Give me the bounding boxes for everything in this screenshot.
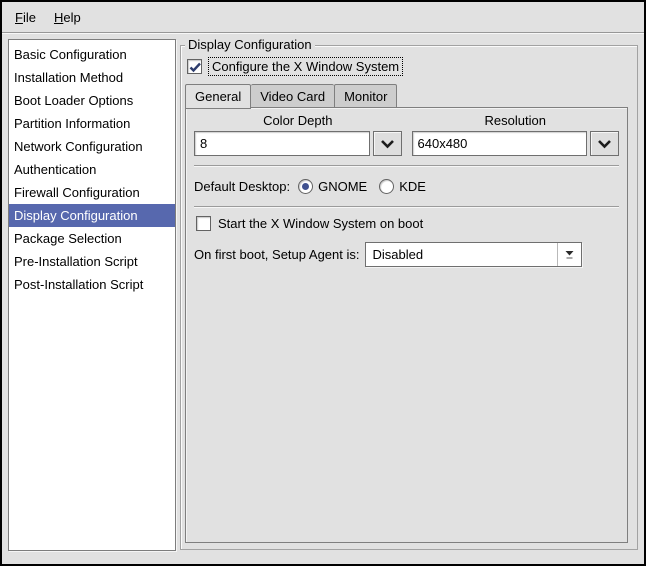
- sidebar-item-partition-information[interactable]: Partition Information: [9, 112, 175, 135]
- color-depth-header: Color Depth: [263, 113, 333, 128]
- resolution-combo: 640x480: [411, 131, 619, 156]
- menu-help[interactable]: Help: [45, 2, 90, 33]
- frame-title: Display Configuration: [185, 37, 315, 53]
- configure-x-checkbox[interactable]: [187, 59, 202, 74]
- sidebar-item-display-configuration[interactable]: Display Configuration: [9, 204, 175, 227]
- section-list: Basic Configuration Installation Method …: [8, 39, 176, 551]
- separator: [194, 206, 619, 208]
- configure-x-label[interactable]: Configure the X Window System: [207, 57, 404, 76]
- kde-radio-label: KDE: [399, 178, 426, 194]
- color-depth-column: Color Depth 8: [194, 112, 402, 156]
- resolution-column: Resolution 640x480: [411, 112, 619, 156]
- menubar: File Help: [2, 2, 644, 33]
- color-depth-dropdown-button[interactable]: [372, 131, 402, 156]
- sidebar-item-installation-method[interactable]: Installation Method: [9, 66, 175, 89]
- window-content: Basic Configuration Installation Method …: [2, 33, 644, 564]
- radio-dot-icon: [302, 182, 310, 190]
- configure-x-row: Configure the X Window System: [187, 57, 633, 76]
- setup-agent-value: Disabled: [372, 247, 424, 262]
- resolution-header: Resolution: [484, 113, 546, 128]
- sidebar-item-network-configuration[interactable]: Network Configuration: [9, 135, 175, 158]
- sidebar-item-boot-loader-options[interactable]: Boot Loader Options: [9, 89, 175, 112]
- default-desktop-label: Default Desktop:: [194, 178, 291, 194]
- color-depth-combo: 8: [194, 131, 402, 156]
- kickstart-configurator-window: File Help Basic Configuration Installatio…: [0, 0, 646, 566]
- kde-radio[interactable]: [379, 178, 395, 194]
- sidebar-item-firewall-configuration[interactable]: Firewall Configuration: [9, 181, 175, 204]
- setup-agent-row: On first boot, Setup Agent is: Disabled: [194, 242, 619, 267]
- tab-video-card[interactable]: Video Card: [251, 84, 335, 108]
- option-menu-arrow-icon: [557, 243, 581, 266]
- chevron-down-icon: [380, 139, 394, 148]
- gnome-radio[interactable]: [298, 178, 314, 194]
- start-x-checkbox[interactable]: [196, 216, 211, 231]
- setup-agent-option-menu[interactable]: Disabled: [365, 242, 583, 267]
- main-panel: Display Configuration Configure the X Wi…: [180, 37, 638, 558]
- sidebar-item-authentication[interactable]: Authentication: [9, 158, 175, 181]
- kde-radio-option[interactable]: KDE: [379, 178, 426, 194]
- sidebar-item-package-selection[interactable]: Package Selection: [9, 227, 175, 250]
- display-configuration-frame: Display Configuration Configure the X Wi…: [180, 37, 638, 550]
- display-notebook: General Video Card Monitor Color Depth 8: [185, 84, 628, 543]
- tab-general[interactable]: General: [185, 84, 252, 109]
- default-desktop-row: Default Desktop: GNOME KDE: [194, 175, 619, 197]
- sidebar-item-pre-installation-script[interactable]: Pre-Installation Script: [9, 250, 175, 273]
- combo-columns: Color Depth 8 Resolution 640x480: [194, 112, 619, 156]
- general-tab-panel: Color Depth 8 Resolution 640x480 Default…: [185, 107, 628, 543]
- resolution-dropdown-button[interactable]: [590, 131, 619, 156]
- color-depth-entry[interactable]: 8: [194, 131, 370, 156]
- resolution-entry[interactable]: 640x480: [411, 131, 587, 156]
- desktop-radio-group: GNOME KDE: [298, 178, 430, 194]
- tab-monitor[interactable]: Monitor: [334, 84, 398, 108]
- start-x-row: Start the X Window System on boot: [196, 216, 619, 231]
- sidebar-item-basic-configuration[interactable]: Basic Configuration: [9, 43, 175, 66]
- menu-file[interactable]: File: [6, 2, 45, 33]
- gnome-radio-option[interactable]: GNOME: [298, 178, 368, 194]
- check-mark-icon: [189, 62, 201, 73]
- separator: [194, 165, 619, 167]
- sidebar-item-post-installation-script[interactable]: Post-Installation Script: [9, 273, 175, 296]
- start-x-label[interactable]: Start the X Window System on boot: [218, 216, 423, 231]
- chevron-down-icon: [598, 139, 611, 148]
- setup-agent-label: On first boot, Setup Agent is:: [194, 247, 360, 262]
- tab-bar: General Video Card Monitor: [185, 84, 628, 109]
- gnome-radio-label: GNOME: [318, 178, 368, 194]
